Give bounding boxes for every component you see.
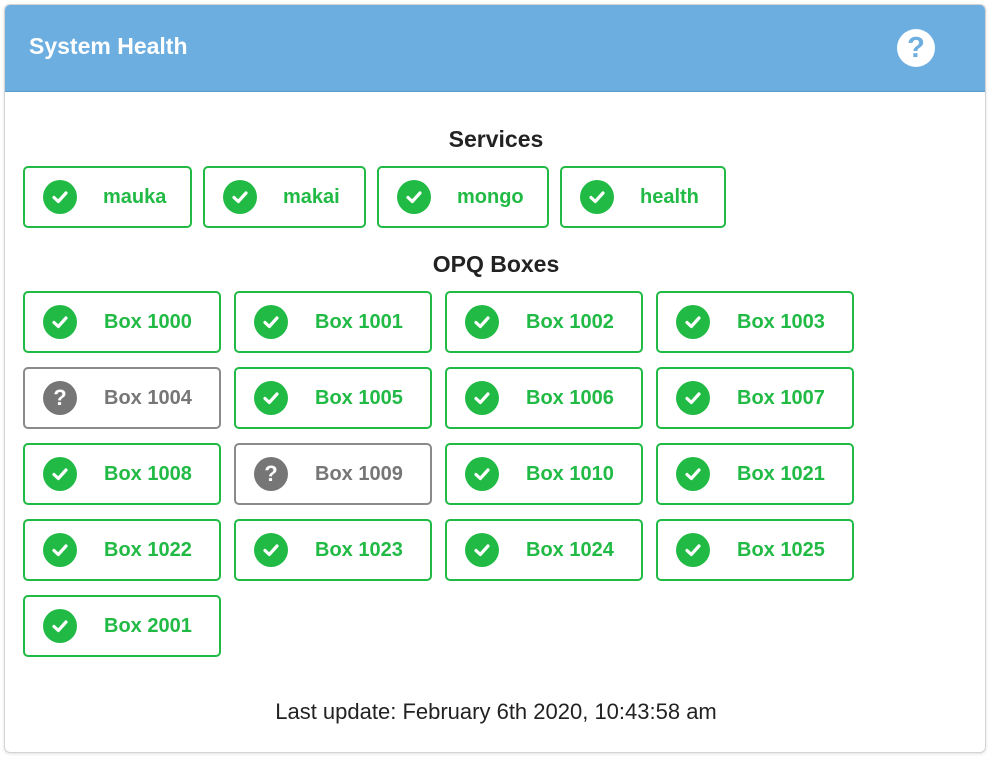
check-circle-icon [676, 533, 710, 567]
opq-box-box-1001[interactable]: Box 1001 [234, 291, 432, 353]
opq-box-box-1008[interactable]: Box 1008 [23, 443, 221, 505]
opq-box-box-1002[interactable]: Box 1002 [445, 291, 643, 353]
check-circle-icon [43, 305, 77, 339]
check-circle-icon [43, 533, 77, 567]
opq-boxes-title: OPQ Boxes [432, 251, 560, 277]
service-label: health [640, 185, 699, 208]
box-label: Box 1009 [315, 462, 403, 485]
check-circle-icon [254, 381, 288, 415]
panel-title: System Health [29, 33, 188, 59]
services-list: mauka makai mongo health [23, 166, 737, 228]
service-label: mongo [457, 185, 524, 208]
service-health[interactable]: health [560, 166, 726, 228]
service-mongo[interactable]: mongo [377, 166, 549, 228]
box-label: Box 1004 [104, 386, 192, 409]
box-label: Box 1006 [526, 386, 614, 409]
last-update-text: Last update: February 6th 2020, 10:43:58… [275, 699, 717, 724]
question-circle-icon: ? [43, 381, 77, 415]
opq-boxes-grid: Box 1000 Box 1001 Box 1002 Box 1003? Box 100… [23, 291, 854, 657]
opq-box-box-1025[interactable]: Box 1025 [656, 519, 854, 581]
service-label: mauka [103, 185, 167, 208]
check-circle-icon [254, 305, 288, 339]
check-circle-icon [676, 305, 710, 339]
opq-box-box-1021[interactable]: Box 1021 [656, 443, 854, 505]
opq-box-box-1005[interactable]: Box 1005 [234, 367, 432, 429]
service-label: makai [283, 185, 340, 208]
opq-box-box-2001[interactable]: Box 2001 [23, 595, 221, 657]
opq-box-box-1000[interactable]: Box 1000 [23, 291, 221, 353]
check-circle-icon [43, 609, 77, 643]
box-label: Box 2001 [104, 614, 192, 637]
box-label: Box 1021 [737, 462, 825, 485]
check-circle-icon [43, 457, 77, 491]
box-label: Box 1005 [315, 386, 403, 409]
opq-box-box-1022[interactable]: Box 1022 [23, 519, 221, 581]
check-circle-icon [580, 180, 614, 214]
check-circle-icon [676, 457, 710, 491]
opq-box-box-1006[interactable]: Box 1006 [445, 367, 643, 429]
opq-box-box-1024[interactable]: Box 1024 [445, 519, 643, 581]
check-circle-icon [465, 457, 499, 491]
box-label: Box 1003 [737, 310, 825, 333]
services-title: Services [448, 126, 544, 152]
opq-box-box-1007[interactable]: Box 1007 [656, 367, 854, 429]
service-mauka[interactable]: mauka [23, 166, 192, 228]
opq-box-box-1010[interactable]: Box 1010 [445, 443, 643, 505]
panel-header: System Health ? [5, 5, 985, 92]
box-label: Box 1024 [526, 538, 614, 561]
opq-box-box-1009[interactable]: ? Box 1009 [234, 443, 432, 505]
box-label: Box 1022 [104, 538, 192, 561]
check-circle-icon [465, 305, 499, 339]
box-label: Box 1007 [737, 386, 825, 409]
opq-box-box-1004[interactable]: ? Box 1004 [23, 367, 221, 429]
box-label: Box 1023 [315, 538, 403, 561]
service-makai[interactable]: makai [203, 166, 366, 228]
box-label: Box 1001 [315, 310, 403, 333]
box-label: Box 1010 [526, 462, 614, 485]
question-circle-icon: ? [254, 457, 288, 491]
opq-box-box-1003[interactable]: Box 1003 [656, 291, 854, 353]
check-circle-icon [43, 180, 77, 214]
box-label: Box 1025 [737, 538, 825, 561]
check-circle-icon [397, 180, 431, 214]
opq-box-box-1023[interactable]: Box 1023 [234, 519, 432, 581]
box-label: Box 1008 [104, 462, 192, 485]
check-circle-icon [223, 180, 257, 214]
check-circle-icon [465, 533, 499, 567]
check-circle-icon [676, 381, 710, 415]
system-health-panel: System Health ? Services mauka makai mongo… [4, 4, 986, 753]
box-label: Box 1002 [526, 310, 614, 333]
check-circle-icon [465, 381, 499, 415]
box-label: Box 1000 [104, 310, 192, 333]
check-circle-icon [254, 533, 288, 567]
question-circle-icon[interactable]: ? [897, 29, 935, 67]
